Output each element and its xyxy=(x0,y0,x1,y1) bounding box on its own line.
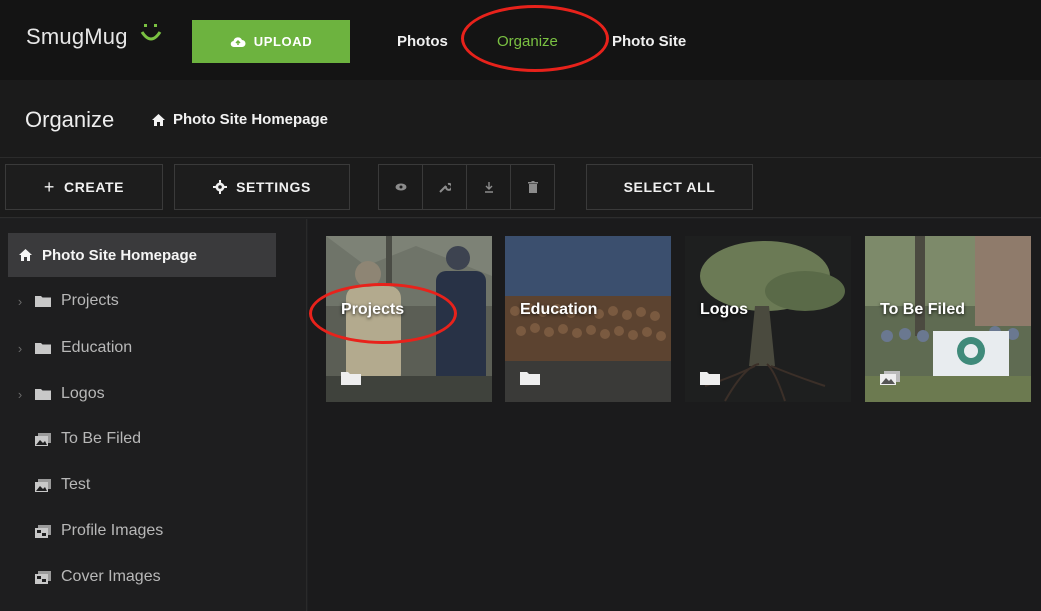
sidebar-item-label: Logos xyxy=(61,385,105,402)
tile-logos[interactable]: Logos xyxy=(685,236,851,402)
sidebar-item-projects[interactable]: › Projects xyxy=(8,279,276,323)
upload-button[interactable]: UPLOAD xyxy=(192,20,350,63)
folder-icon xyxy=(520,372,540,385)
sidebar-item-profile-images[interactable]: Profile Images xyxy=(8,509,276,553)
sidebar-item-label: Projects xyxy=(61,292,119,309)
sidebar-item-label: Cover Images xyxy=(61,568,161,585)
folder-icon xyxy=(35,343,51,354)
sidebar-item-label: To Be Filed xyxy=(61,430,142,447)
nav-photos[interactable]: Photos xyxy=(397,33,448,50)
download-icon[interactable] xyxy=(466,164,511,210)
home-icon xyxy=(18,249,32,261)
folder-icon xyxy=(700,372,720,385)
sidebar-item-label: Profile Images xyxy=(61,522,164,539)
page-title: Organize xyxy=(25,107,115,132)
sidebar-item-cover-images[interactable]: Cover Images xyxy=(8,555,276,599)
gallery-locked-icon xyxy=(35,570,51,584)
gallery-icon xyxy=(35,478,51,492)
sidebar-tree: Photo Site Homepage › Projects › Educati… xyxy=(0,219,307,611)
chevron-right-icon[interactable]: › xyxy=(8,341,32,356)
tile-label: To Be Filed xyxy=(880,301,966,318)
plus-icon: + xyxy=(43,176,55,197)
annotation-circle-projects xyxy=(309,283,457,344)
smugmug-logo[interactable]: SmugMug xyxy=(26,24,128,50)
gallery-icon xyxy=(35,432,51,446)
settings-button[interactable]: SETTINGS xyxy=(174,164,350,210)
gallery-icon xyxy=(880,371,900,385)
tile-education[interactable]: Education xyxy=(505,236,671,402)
wrench-icon[interactable] xyxy=(422,164,467,210)
smugmug-smile-logo-icon xyxy=(140,24,162,41)
sidebar-item-education[interactable]: › Education xyxy=(8,326,276,370)
chevron-right-icon[interactable]: › xyxy=(8,294,32,309)
trash-icon[interactable] xyxy=(510,164,555,210)
annotation-circle-organize xyxy=(461,5,609,72)
cloud-upload-icon xyxy=(230,36,246,47)
sidebar-item-label: Education xyxy=(61,339,133,356)
breadcrumb[interactable]: Photo Site Homepage xyxy=(152,111,328,128)
toolbar: + CREATE SETTINGS SELECT ALL xyxy=(0,158,1041,218)
top-nav-bar: SmugMug UPLOAD Photos Organize Photo Sit… xyxy=(0,0,1041,80)
item-action-group xyxy=(378,164,555,210)
select-all-button[interactable]: SELECT ALL xyxy=(586,164,753,210)
create-label: CREATE xyxy=(64,179,125,195)
breadcrumb-label: Photo Site Homepage xyxy=(173,111,329,128)
chevron-right-icon[interactable]: › xyxy=(8,387,32,402)
tile-to-be-filed[interactable]: To Be Filed xyxy=(865,236,1031,402)
eye-icon[interactable] xyxy=(378,164,423,210)
sidebar-item-label: Photo Site Homepage xyxy=(42,246,198,264)
folder-icon xyxy=(35,389,51,400)
sidebar-item-logos[interactable]: › Logos xyxy=(8,372,276,416)
tile-label: Logos xyxy=(700,301,748,318)
folder-icon xyxy=(341,372,361,385)
home-icon xyxy=(152,113,165,126)
nav-photo-site[interactable]: Photo Site xyxy=(612,33,686,50)
settings-label: SETTINGS xyxy=(236,179,311,195)
gallery-locked-icon xyxy=(35,524,51,538)
folder-icon xyxy=(35,296,51,307)
create-button[interactable]: + CREATE xyxy=(5,164,163,210)
sidebar-item-photo-site-homepage[interactable]: Photo Site Homepage xyxy=(8,233,276,277)
content-grid: Projects Education Logos To Be Filed xyxy=(308,219,1041,611)
sidebar-item-test[interactable]: Test xyxy=(8,463,276,507)
gear-icon xyxy=(213,180,228,194)
sidebar-item-to-be-filed[interactable]: To Be Filed xyxy=(8,417,276,461)
upload-label: UPLOAD xyxy=(253,34,313,49)
select-all-label: SELECT ALL xyxy=(623,179,716,195)
tile-label: Education xyxy=(520,301,598,318)
sidebar-item-label: Test xyxy=(61,476,91,493)
page-header: Organize Photo Site Homepage xyxy=(0,80,1041,158)
